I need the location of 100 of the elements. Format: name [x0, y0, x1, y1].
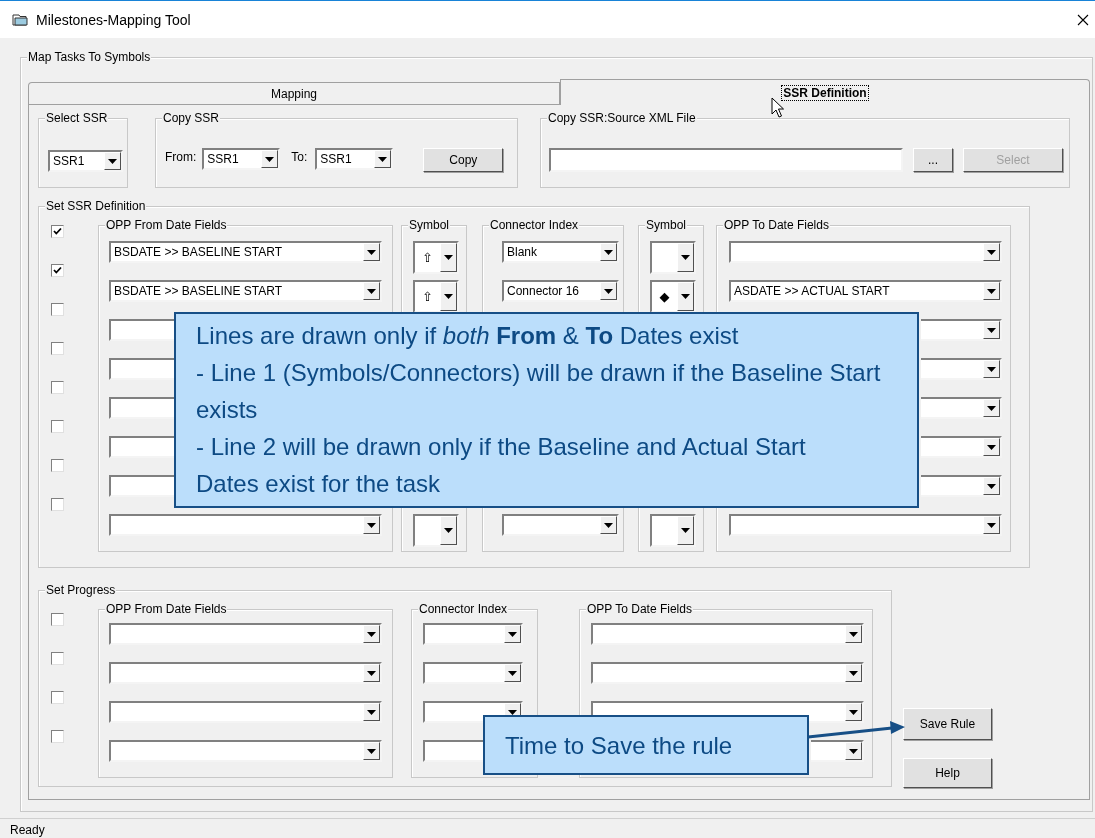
close-icon[interactable]	[1077, 13, 1089, 26]
checkbox[interactable]	[51, 459, 64, 472]
group-label: Connector Index	[489, 218, 580, 232]
group-label: OPP From Date Fields	[105, 602, 228, 616]
dropdown[interactable]	[109, 701, 382, 723]
group-label: Set Progress	[45, 583, 117, 597]
field-label: From:	[165, 150, 197, 164]
caret-icon	[681, 255, 690, 260]
dropdown[interactable]	[502, 514, 619, 536]
symbol-dropdown[interactable]	[650, 514, 696, 547]
callout-text: Lines are drawn only if both From & To Dates exist	[196, 321, 740, 351]
dropdown[interactable]	[109, 358, 176, 380]
dropdown[interactable]	[109, 319, 176, 341]
checkbox[interactable]	[51, 303, 64, 316]
browse-button[interactable]: ...	[913, 148, 953, 172]
caret-icon	[367, 670, 376, 676]
mouse-cursor-icon	[771, 97, 784, 118]
checkbox[interactable]	[51, 730, 64, 743]
dropdown[interactable]	[921, 475, 1002, 497]
caret-icon	[367, 522, 376, 528]
caret-icon	[987, 249, 996, 255]
checkbox[interactable]	[51, 613, 64, 626]
caret-icon	[367, 748, 376, 754]
dropdown[interactable]	[423, 623, 523, 645]
caret-icon	[987, 288, 996, 294]
checkbox[interactable]	[51, 498, 64, 511]
dropdown[interactable]	[921, 319, 1002, 341]
file-path-field[interactable]	[549, 148, 903, 172]
group-label: Set SSR Definition	[45, 199, 147, 213]
dropdown[interactable]	[109, 475, 176, 497]
dropdown[interactable]	[591, 623, 864, 645]
group-label: Copy SSR	[162, 111, 221, 125]
dropdown[interactable]	[811, 740, 864, 762]
dropdown[interactable]	[423, 740, 485, 762]
caret-icon	[444, 255, 453, 260]
dropdown[interactable]	[109, 740, 382, 762]
dropdown[interactable]: Connector 16	[502, 280, 619, 302]
dropdown[interactable]	[921, 358, 1002, 380]
dropdown[interactable]	[921, 397, 1002, 419]
checkbox[interactable]	[51, 381, 64, 394]
dropdown[interactable]: BSDATE >> BASELINE START	[109, 280, 382, 302]
dropdown[interactable]	[423, 662, 523, 684]
checkbox[interactable]	[51, 420, 64, 433]
dropdown[interactable]	[591, 662, 864, 684]
group-label: Copy SSR:Source XML File	[547, 111, 697, 125]
dropdown[interactable]: SSR1	[202, 148, 281, 170]
symbol-dropdown[interactable]	[650, 241, 696, 274]
checkbox[interactable]	[51, 691, 64, 704]
dropdown[interactable]: Blank	[502, 241, 619, 263]
caret-icon	[681, 528, 690, 533]
caret-icon	[849, 670, 858, 676]
checkbox[interactable]	[51, 652, 64, 665]
dropdown[interactable]	[109, 436, 176, 458]
group-label: Select SSR	[45, 111, 109, 125]
tab[interactable]: SSR Definition	[560, 79, 1090, 105]
caret-icon	[849, 709, 858, 715]
caret-icon	[367, 709, 376, 715]
caret-icon	[987, 366, 996, 372]
caret-icon	[508, 670, 517, 676]
dropdown[interactable]	[109, 662, 382, 684]
tab[interactable]: Mapping	[28, 82, 560, 104]
dropdown[interactable]: SSR1	[315, 148, 394, 170]
dropdown[interactable]: SSR1	[48, 150, 123, 172]
caret-icon	[849, 631, 858, 637]
caret-icon	[108, 158, 117, 164]
checkbox[interactable]	[51, 342, 64, 355]
save-rule-button[interactable]: Save Rule	[903, 708, 992, 740]
symbol-dropdown[interactable]: ⇧	[413, 280, 459, 313]
group-label: Map Tasks To Symbols	[27, 50, 152, 64]
callout-text: - Line 2 will be drawn only if the Baseline and Actual Start	[196, 432, 807, 462]
dropdown[interactable]	[109, 623, 382, 645]
dropdown[interactable]	[729, 241, 1002, 263]
dropdown[interactable]: ASDATE >> ACTUAL START	[729, 280, 1002, 302]
copy-button[interactable]: Copy	[423, 148, 504, 172]
caret-icon	[378, 156, 388, 162]
app-icon	[12, 12, 28, 27]
caret-icon	[444, 294, 453, 299]
caret-icon	[604, 288, 613, 294]
group-label: OPP To Date Fields	[723, 218, 830, 232]
field-label: To:	[291, 150, 308, 164]
callout-text: Time to Save the rule	[505, 730, 733, 761]
dropdown[interactable]: BSDATE >> BASELINE START	[109, 241, 382, 263]
symbol-dropdown[interactable]: ⇧	[413, 241, 459, 274]
dropdown[interactable]	[109, 397, 176, 419]
checkbox[interactable]	[51, 264, 64, 277]
dropdown[interactable]	[921, 436, 1002, 458]
dropdown[interactable]	[109, 514, 382, 536]
help-button[interactable]: Help	[903, 758, 992, 788]
caret-icon	[265, 156, 275, 162]
caret-icon	[604, 522, 613, 528]
caret-icon	[987, 483, 996, 489]
callout-text: Dates exist for the task	[196, 469, 442, 499]
group-label: Symbol	[408, 218, 450, 232]
caret-icon	[987, 522, 996, 528]
dropdown[interactable]	[729, 514, 1002, 536]
window-title: Milestones-Mapping Tool	[36, 11, 192, 28]
symbol-dropdown[interactable]	[413, 514, 459, 547]
checkbox[interactable]	[51, 225, 64, 238]
symbol-dropdown[interactable]: ◆	[650, 280, 696, 313]
caret-icon	[987, 405, 996, 411]
